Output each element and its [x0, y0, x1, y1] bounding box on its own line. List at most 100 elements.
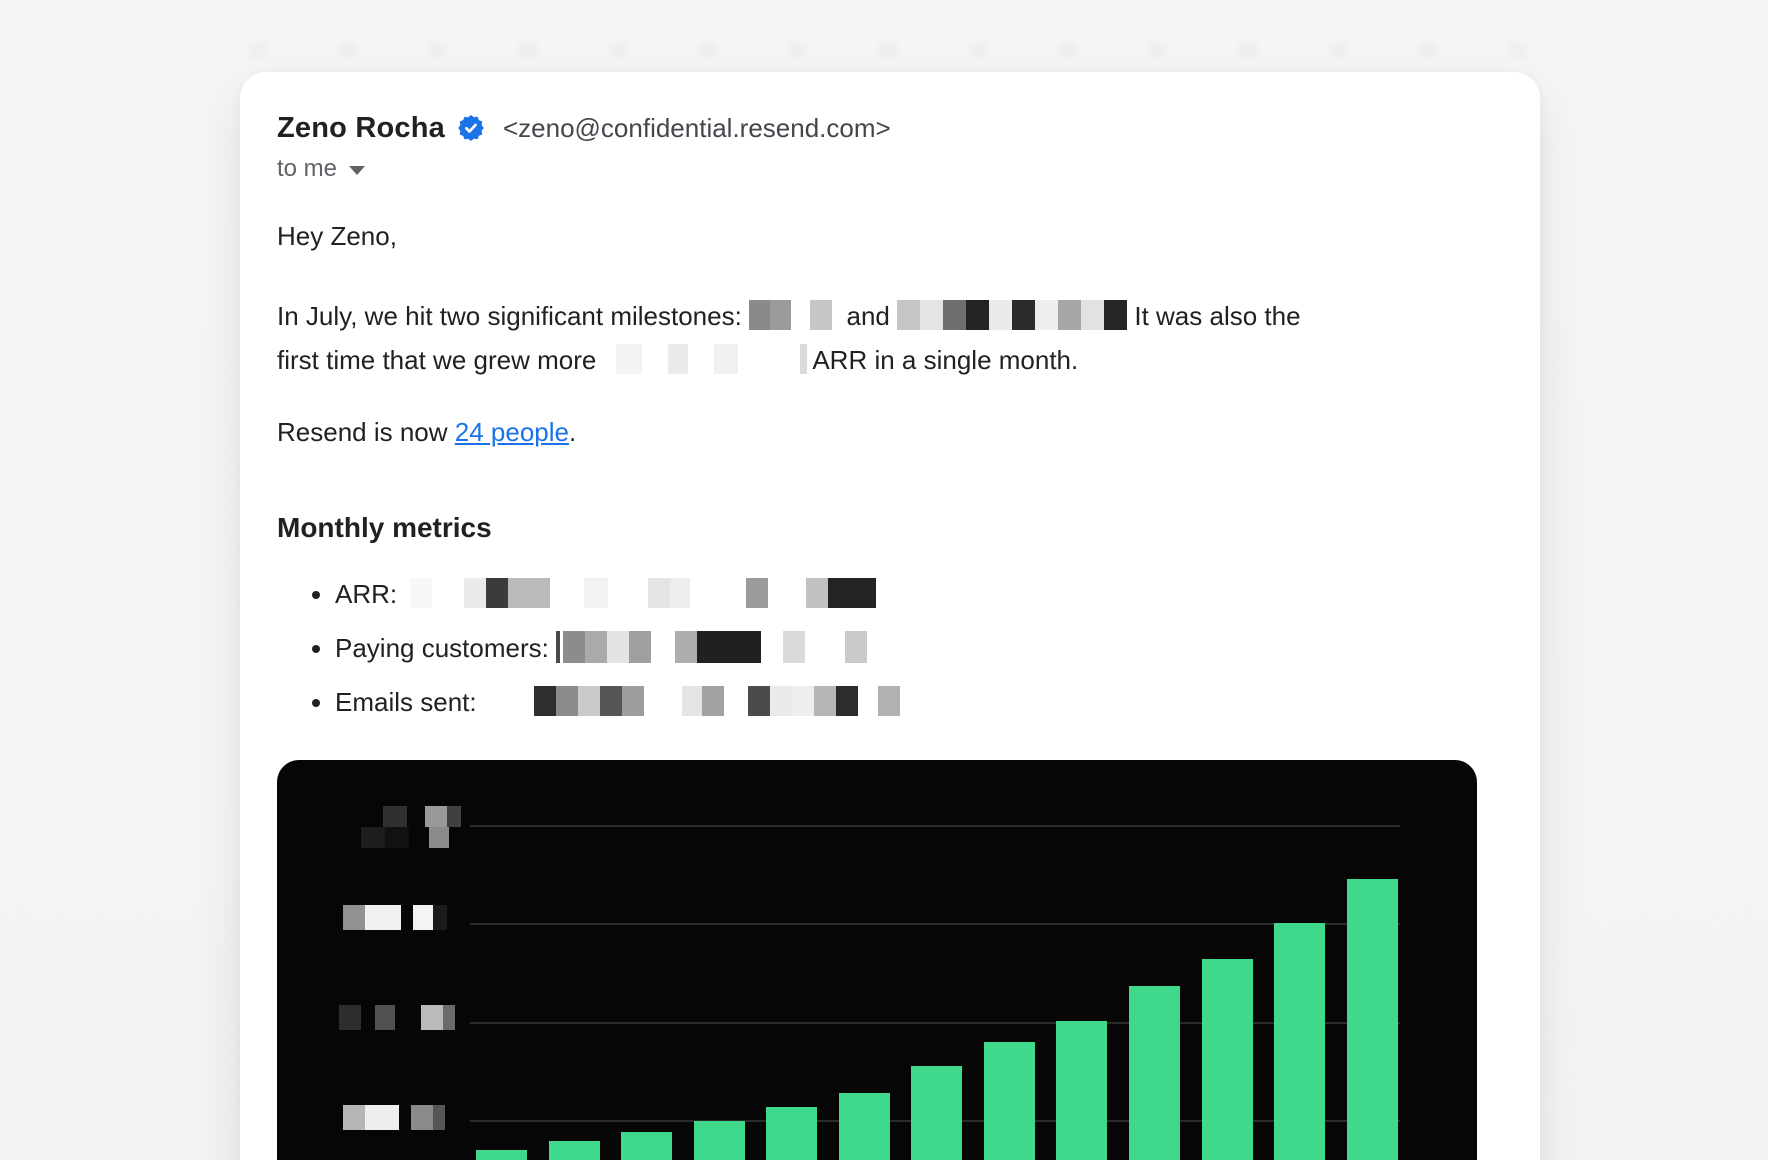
- redaction-pixel-cell: [433, 905, 447, 930]
- chart-gridline: [470, 923, 1400, 925]
- chart-bar: [694, 1121, 745, 1160]
- redaction-pixel-cell: [682, 686, 702, 716]
- redaction-pixel-cell: [607, 631, 629, 663]
- redaction-pixel-cell: [697, 631, 761, 663]
- redaction-pixel-cell: [761, 631, 783, 663]
- redaction-pixel-cell: [651, 631, 675, 663]
- redaction-pixel-cell: [622, 686, 644, 716]
- redacted-axis-label: [361, 827, 449, 848]
- metrics-heading: Monthly metrics: [277, 508, 1540, 548]
- redaction-pixel-cell: [447, 806, 461, 827]
- redaction-pixel-cell: [770, 686, 792, 716]
- milestones-paragraph: In July, we hit two significant mileston…: [277, 294, 1540, 382]
- metric-label: ARR:: [335, 579, 404, 609]
- redaction-pixel-cell: [675, 631, 697, 663]
- redaction-pixel-cell: [385, 827, 409, 848]
- redaction-pixel-cell: [432, 578, 464, 608]
- redaction-pixel-cell: [508, 578, 550, 608]
- redacted-value-block: [484, 686, 900, 716]
- paragraph-line: In July, we hit two significant mileston…: [277, 294, 1540, 338]
- redaction-pixel-cell: [413, 905, 433, 930]
- verified-badge-icon: [457, 114, 485, 142]
- team-size-period: .: [569, 417, 576, 447]
- redaction-pixel-cell: [339, 1005, 361, 1030]
- redaction-pixel-cell: [410, 578, 432, 608]
- redaction-pixel-cell: [411, 1105, 433, 1130]
- redaction-pixel-cell: [800, 344, 807, 374]
- redaction-pixel-cell: [702, 686, 724, 716]
- chart-bar: [766, 1107, 817, 1160]
- redaction-pixel-cell: [845, 631, 867, 663]
- people-link[interactable]: 24 people: [455, 417, 569, 447]
- redacted-value-block: [404, 578, 876, 608]
- email-card: Zeno Rocha <zeno@confidential.resend.com…: [240, 72, 1540, 1160]
- chart-bar: [621, 1132, 672, 1160]
- chart-bar: [911, 1066, 962, 1160]
- redaction-pixel-cell: [920, 300, 943, 330]
- redaction-pixel-cell: [1035, 300, 1058, 330]
- milestones-text-and: and: [832, 301, 897, 331]
- redaction-pixel-cell: [604, 344, 616, 374]
- redaction-pixel-cell: [365, 905, 401, 930]
- chart-bar: [1347, 879, 1398, 1160]
- chevron-down-icon: [349, 166, 365, 175]
- redacted-text-block: [897, 300, 1127, 330]
- redaction-pixel-cell: [433, 1105, 445, 1130]
- recipient-row[interactable]: to me: [277, 154, 365, 184]
- paragraph-line: first time that we grew more ARR in a si…: [277, 338, 1540, 382]
- redacted-axis-label: [343, 905, 447, 930]
- redaction-pixel-cell: [443, 1005, 455, 1030]
- redaction-pixel-cell: [648, 578, 670, 608]
- team-size-paragraph: Resend is now 24 people.: [277, 410, 1540, 454]
- greeting-text: Hey Zeno,: [277, 214, 1540, 258]
- redaction-pixel-cell: [600, 686, 622, 716]
- chart-gridline: [470, 1022, 1400, 1024]
- metrics-list: ARR: Paying customers: Emails sent:: [277, 572, 1540, 724]
- redaction-pixel-cell: [806, 578, 828, 608]
- redaction-pixel-cell: [836, 686, 858, 716]
- redaction-pixel-cell: [361, 827, 385, 848]
- redaction-pixel-cell: [783, 631, 805, 663]
- team-size-text: Resend is now: [277, 417, 455, 447]
- redaction-pixel-cell: [966, 300, 989, 330]
- redaction-pixel-cell: [409, 827, 429, 848]
- redaction-pixel-cell: [584, 578, 608, 608]
- redaction-pixel-cell: [608, 578, 648, 608]
- sender-name[interactable]: Zeno Rocha: [277, 112, 445, 145]
- redaction-pixel-cell: [585, 631, 607, 663]
- redaction-pixel-cell: [688, 344, 714, 374]
- redaction-pixel-cell: [429, 827, 449, 848]
- redaction-pixel-cell: [768, 578, 806, 608]
- sender-row: Zeno Rocha <zeno@confidential.resend.com…: [277, 110, 1540, 146]
- metric-label: Emails sent:: [335, 687, 484, 717]
- redaction-pixel-cell: [383, 806, 407, 827]
- redaction-pixel-cell: [365, 1105, 399, 1130]
- email-header: Zeno Rocha <zeno@confidential.resend.com…: [277, 110, 1540, 184]
- redaction-pixel-cell: [1058, 300, 1081, 330]
- metric-label: Paying customers:: [335, 633, 556, 663]
- redaction-pixel-cell: [375, 1005, 395, 1030]
- milestones-text-before: In July, we hit two significant mileston…: [277, 301, 749, 331]
- chart-gridline: [470, 825, 1400, 827]
- redaction-pixel-cell: [1081, 300, 1104, 330]
- recipient-label: to me: [277, 155, 337, 183]
- redaction-pixel-cell: [749, 300, 770, 330]
- redaction-pixel-cell: [989, 300, 1012, 330]
- redaction-pixel-cell: [770, 300, 791, 330]
- chart-bar: [549, 1141, 600, 1160]
- redaction-pixel-cell: [642, 344, 668, 374]
- redaction-pixel-cell: [407, 806, 425, 827]
- growth-bar-chart: [277, 760, 1477, 1160]
- sender-address[interactable]: <zeno@confidential.resend.com>: [503, 113, 891, 144]
- email-body: Hey Zeno, In July, we hit two significan…: [277, 214, 1540, 1160]
- redaction-pixel-cell: [724, 686, 748, 716]
- redacted-axis-label: [383, 806, 461, 827]
- redaction-pixel-cell: [943, 300, 966, 330]
- redaction-pixel-cell: [670, 578, 690, 608]
- growth-text-before: first time that we grew more: [277, 345, 604, 375]
- redaction-pixel-cell: [690, 578, 746, 608]
- redaction-pixel-cell: [395, 1005, 421, 1030]
- redaction-pixel-cell: [484, 686, 534, 716]
- redaction-pixel-cell: [343, 905, 365, 930]
- redaction-pixel-cell: [399, 1105, 411, 1130]
